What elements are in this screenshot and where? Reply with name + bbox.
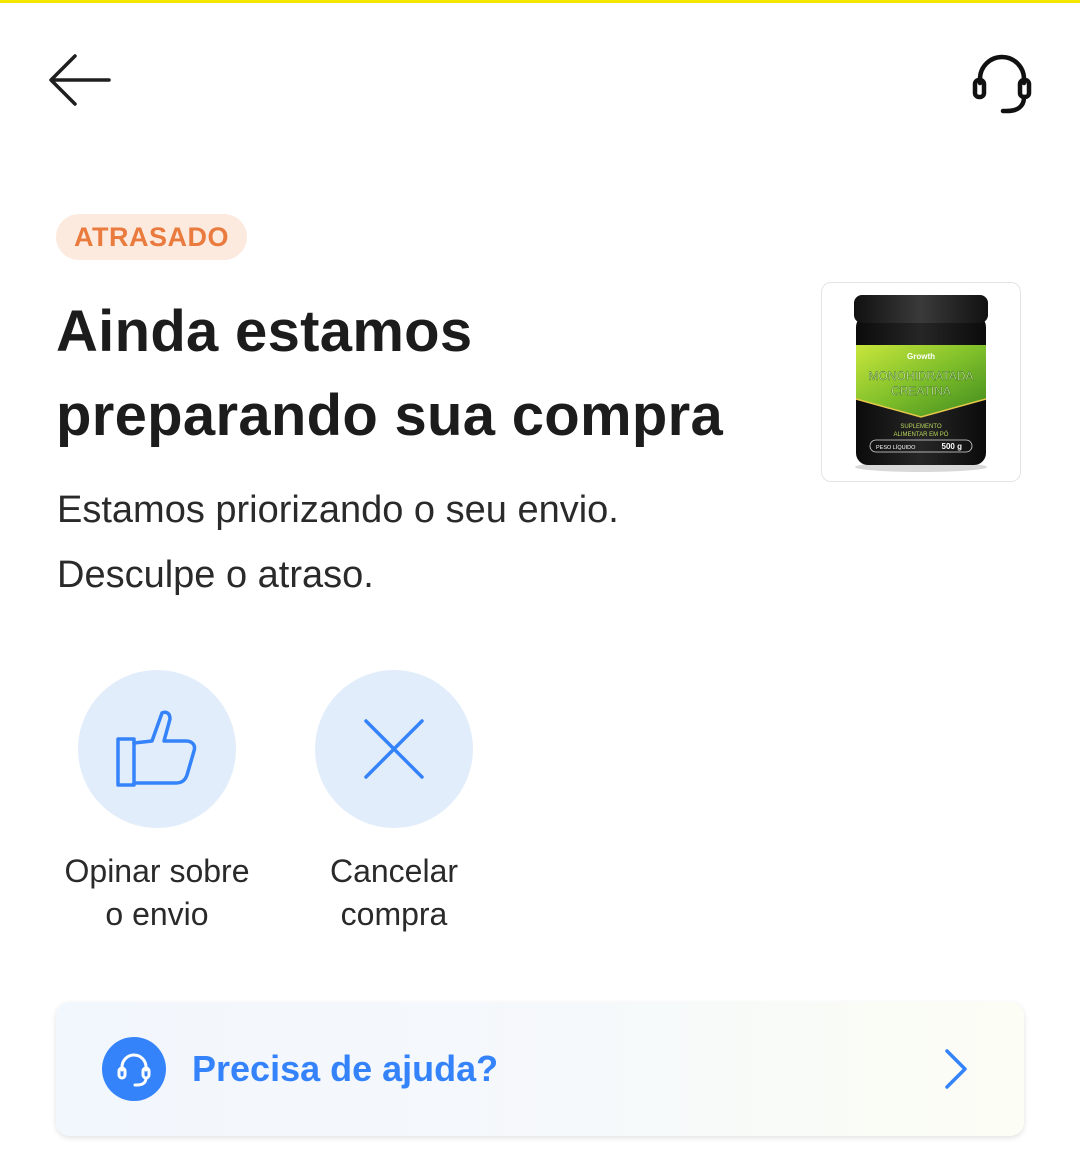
page-title-line-2: preparando sua compra — [56, 383, 724, 448]
help-label: Precisa de ajuda? — [192, 1048, 499, 1089]
rate-shipping-label: Opinar sobre o envio — [65, 850, 250, 936]
close-icon — [364, 719, 424, 779]
rate-shipping-label-line-2: o envio — [105, 896, 209, 932]
cancel-purchase-label-line-1: Cancelar — [329, 853, 459, 889]
product-name-line-1: MONOHIDRATADA — [869, 369, 974, 383]
chevron-right-icon — [945, 1049, 967, 1089]
headset-icon — [117, 1053, 151, 1087]
status-description-line-2: Desculpe o atraso. — [57, 554, 374, 596]
product-desc-line-1: SUPLEMENTO — [900, 424, 942, 430]
cancel-purchase-label-line-2: compra — [340, 896, 448, 932]
status-badge: ATRASADO — [56, 214, 247, 260]
top-accent-strip — [0, 0, 1080, 3]
cancel-purchase-button[interactable]: Cancelar compra — [276, 670, 512, 936]
status-description: Estamos priorizando o seu envio. Desculp… — [57, 478, 817, 608]
rate-shipping-circle[interactable] — [78, 670, 236, 828]
product-thumbnail[interactable]: Growth MONOHIDRATADA CREATINA SUPLEMENTO… — [821, 282, 1021, 482]
arrow-left-icon — [49, 54, 111, 106]
headset-icon — [972, 54, 1032, 114]
back-button[interactable] — [44, 48, 114, 112]
cancel-purchase-circle[interactable] — [315, 670, 473, 828]
support-button[interactable] — [962, 44, 1042, 120]
rate-shipping-label-line-1: Opinar sobre — [64, 853, 250, 889]
product-image: Growth MONOHIDRATADA CREATINA SUPLEMENTO… — [854, 295, 988, 472]
product-brand-text: Growth — [907, 352, 935, 361]
help-card[interactable]: Precisa de ajuda? — [56, 1002, 1024, 1136]
rate-shipping-button[interactable]: Opinar sobre o envio — [39, 670, 275, 936]
product-weight-value: 500 g — [942, 442, 963, 451]
status-description-line-1: Estamos priorizando o seu envio. — [57, 489, 619, 531]
page-title: Ainda estamos preparando sua compra — [56, 290, 816, 458]
page-title-line-1: Ainda estamos — [56, 299, 473, 364]
product-name-line-2: CREATINA — [891, 384, 951, 398]
product-desc-line-2: ALIMENTAR EM PÓ — [894, 431, 949, 438]
thumbs-up-icon — [116, 710, 197, 787]
cancel-purchase-label: Cancelar compra — [330, 850, 458, 936]
help-headset-badge — [102, 1037, 166, 1101]
product-weight-label: PESO LÍQUIDO — [876, 444, 916, 451]
